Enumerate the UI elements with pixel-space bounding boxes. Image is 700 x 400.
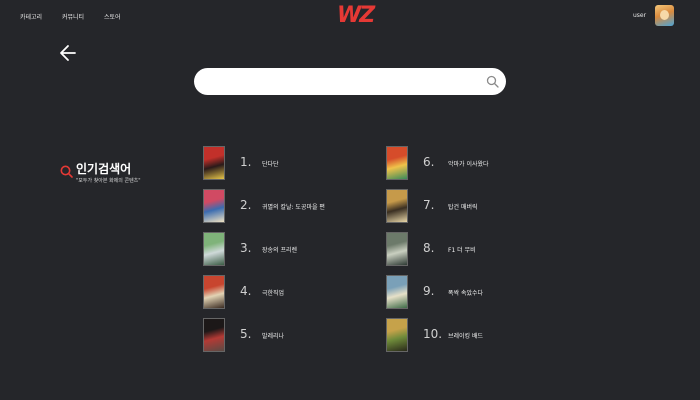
- poster-thumbnail[interactable]: [386, 189, 408, 223]
- popular-item[interactable]: 8. F1 더 무비: [386, 232, 556, 266]
- popular-item[interactable]: 10. 브레이킹 배드: [386, 318, 556, 352]
- popular-searches-title: 인기검색어: [76, 162, 132, 176]
- avatar[interactable]: [655, 5, 674, 26]
- poster-thumbnail[interactable]: [203, 232, 225, 266]
- poster-thumbnail[interactable]: [386, 232, 408, 266]
- item-title[interactable]: 폭싹 속았수다: [448, 288, 483, 297]
- item-title[interactable]: 단다단: [262, 159, 279, 168]
- nav-category-link[interactable]: 카테고리: [20, 12, 42, 21]
- poster-thumbnail[interactable]: [203, 318, 225, 352]
- popular-item[interactable]: 6. 악마가 이사왔다: [386, 146, 556, 180]
- rank-number: 10.: [423, 327, 443, 341]
- item-title[interactable]: 악마가 이사왔다: [448, 159, 489, 168]
- search-input[interactable]: [208, 72, 482, 93]
- popular-item[interactable]: 3. 장송의 프리렌: [203, 232, 373, 266]
- back-arrow-icon[interactable]: [57, 42, 79, 64]
- popular-item[interactable]: 7. 탑건 매버릭: [386, 189, 556, 223]
- item-title[interactable]: F1 더 무비: [448, 245, 476, 254]
- popular-item[interactable]: 9. 폭싹 속았수다: [386, 275, 556, 309]
- poster-thumbnail[interactable]: [386, 275, 408, 309]
- username[interactable]: user: [633, 12, 646, 19]
- item-title[interactable]: 극한직업: [262, 288, 284, 297]
- popular-item[interactable]: 4. 극한직업: [203, 275, 373, 309]
- poster-thumbnail[interactable]: [203, 146, 225, 180]
- rank-number: 4.: [240, 284, 252, 298]
- nav-community-link[interactable]: 커뮤니티: [62, 12, 84, 21]
- site-logo[interactable]: WZ: [337, 3, 375, 28]
- rank-number: 2.: [240, 198, 252, 212]
- rank-number: 7.: [423, 198, 435, 212]
- poster-thumbnail[interactable]: [203, 275, 225, 309]
- popular-searches-subtitle: "모두가 찾아본 화제의 콘텐츠": [76, 178, 141, 184]
- rank-number: 1.: [240, 155, 252, 169]
- search-bar: [194, 68, 506, 95]
- item-title[interactable]: 귀멸의 칼날: 도공마을 편: [262, 202, 325, 211]
- nav-store-link[interactable]: 스토어: [104, 12, 121, 21]
- popular-item[interactable]: 5. 발레리나: [203, 318, 373, 352]
- rank-number: 8.: [423, 241, 435, 255]
- rank-number: 9.: [423, 284, 435, 298]
- item-title[interactable]: 발레리나: [262, 331, 284, 340]
- rank-number: 6.: [423, 155, 435, 169]
- popular-item[interactable]: 1. 단다단: [203, 146, 373, 180]
- search-icon[interactable]: [486, 75, 499, 88]
- page: 카테고리 커뮤니티 스토어 WZ user 인기검색어 "모두가 찾아본 화제의…: [0, 0, 700, 400]
- avatar-face: [660, 10, 669, 20]
- rank-number: 3.: [240, 241, 252, 255]
- search-icon: [60, 165, 73, 178]
- popular-item[interactable]: 2. 귀멸의 칼날: 도공마을 편: [203, 189, 373, 223]
- rank-number: 5.: [240, 327, 252, 341]
- item-title[interactable]: 탑건 매버릭: [448, 202, 478, 211]
- poster-thumbnail[interactable]: [386, 146, 408, 180]
- item-title[interactable]: 장송의 프리렌: [262, 245, 297, 254]
- poster-thumbnail[interactable]: [386, 318, 408, 352]
- poster-thumbnail[interactable]: [203, 189, 225, 223]
- item-title[interactable]: 브레이킹 배드: [448, 331, 483, 340]
